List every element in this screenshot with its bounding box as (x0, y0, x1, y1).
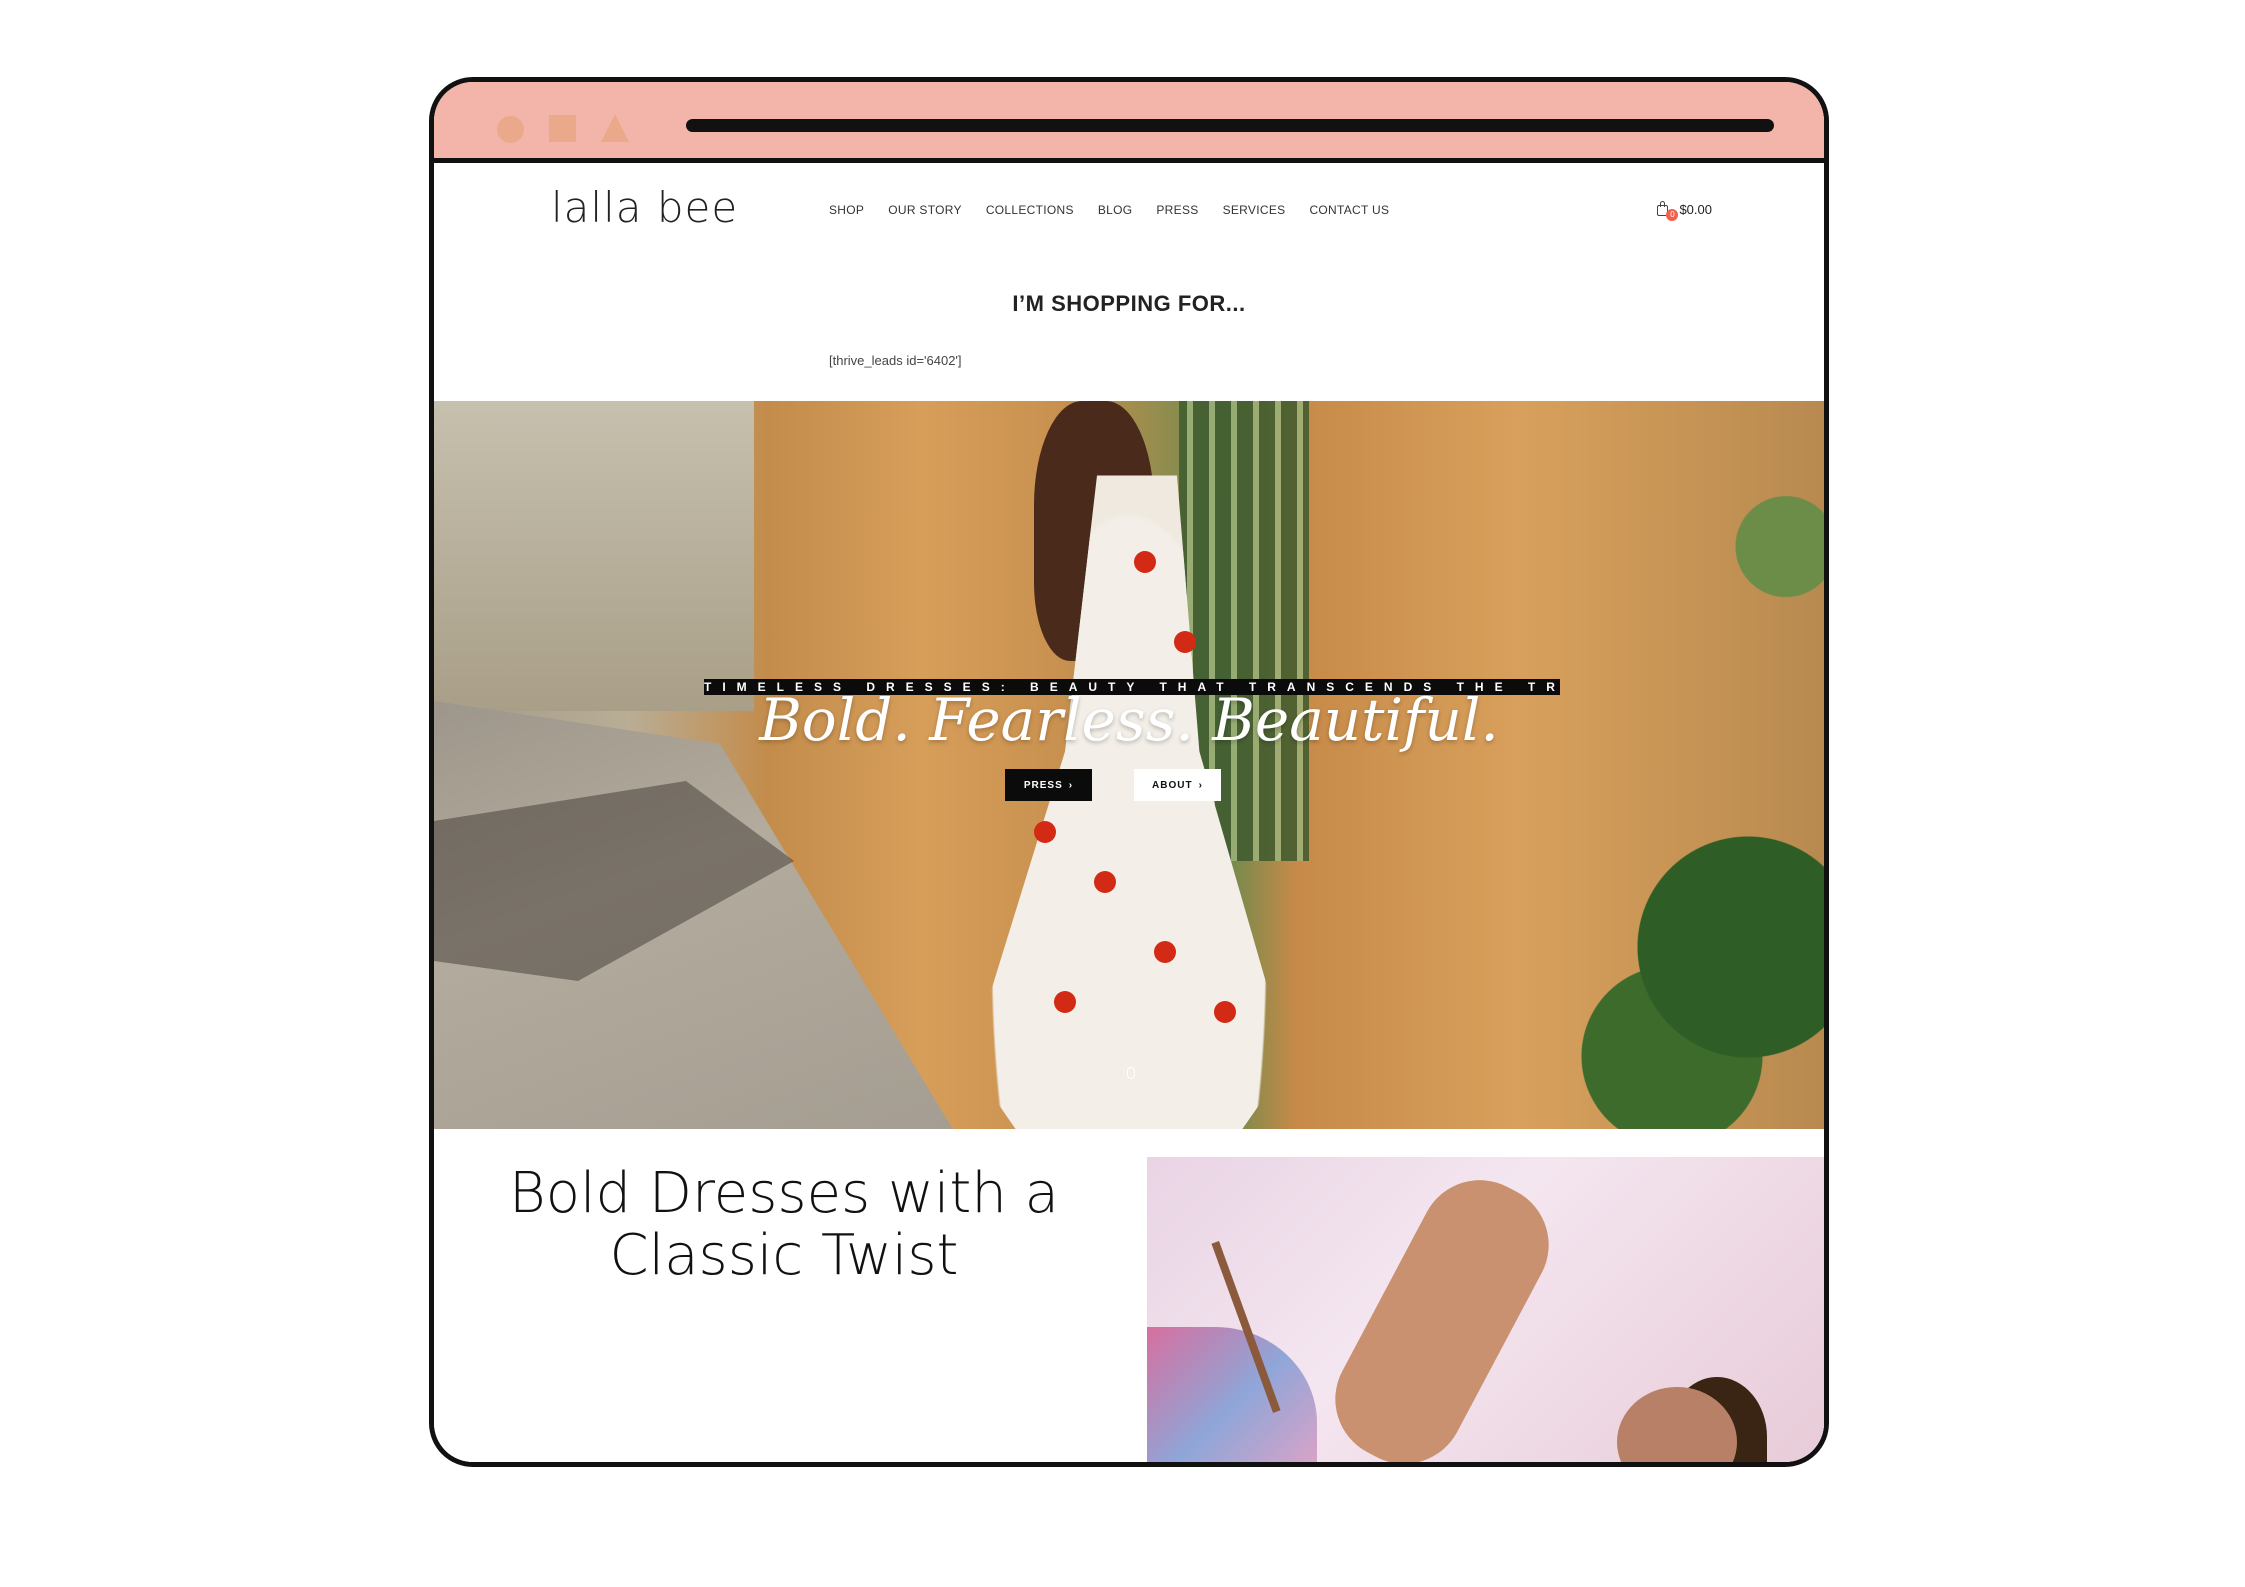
shortcode-text: [thrive_leads id='6402'] (829, 353, 962, 368)
feature-title: Bold Dresses with a Classic Twist (509, 1161, 1059, 1288)
poppy-print (1214, 1001, 1236, 1023)
poppy-print (1134, 551, 1156, 573)
browser-toolbar (434, 82, 1824, 163)
nav-item-contact-us[interactable]: CONTACT US (1309, 203, 1389, 217)
hero-banner: TIMELESS DRESSES: BEAUTY THAT TRANSCENDS… (434, 401, 1824, 1129)
shopping-heading: I’M SHOPPING FOR... (1012, 291, 1246, 316)
nav-item-blog[interactable]: BLOG (1098, 203, 1133, 217)
chevron-right-icon: › (1198, 779, 1203, 791)
browser-mockup: lalla bee SHOP OUR STORY COLLECTIONS BLO… (429, 77, 1829, 1467)
hero-title: Bold. Fearless. Beautiful. (759, 686, 1499, 754)
nav-item-press[interactable]: PRESS (1156, 203, 1198, 217)
poppy-print (1034, 821, 1056, 843)
main-nav: SHOP OUR STORY COLLECTIONS BLOG PRESS SE… (829, 203, 1389, 217)
hero-photo-foliage (1444, 401, 1824, 1129)
shopping-bag-icon: 0 (1657, 201, 1679, 221)
cart-count-badge: 0 (1666, 209, 1679, 221)
chevron-right-icon: › (1068, 779, 1074, 791)
hero-photo-wall (434, 401, 754, 711)
site-logo[interactable]: lalla bee (551, 183, 738, 232)
poppy-print (1054, 991, 1076, 1013)
press-button-label: PRESS (1023, 779, 1063, 791)
triangle-icon (601, 114, 629, 142)
nav-item-shop[interactable]: SHOP (829, 203, 864, 217)
feature-photo (1147, 1157, 1824, 1462)
circle-icon (497, 116, 524, 143)
cart-total: $0.00 (1679, 201, 1712, 217)
square-icon (549, 115, 576, 142)
feature-photo-arm (1314, 1159, 1570, 1462)
about-button-label: ABOUT (1152, 779, 1193, 791)
poppy-print (1094, 871, 1116, 893)
feature-photo-fabric (1147, 1327, 1317, 1462)
nav-item-our-story[interactable]: OUR STORY (888, 203, 962, 217)
press-button[interactable]: PRESS › (1005, 769, 1092, 801)
address-bar[interactable] (686, 119, 1774, 132)
about-button[interactable]: ABOUT › (1134, 769, 1221, 801)
poppy-print (1174, 631, 1196, 653)
scroll-down-icon[interactable] (1127, 1067, 1135, 1079)
nav-item-services[interactable]: SERVICES (1223, 203, 1286, 217)
poppy-print (1154, 941, 1176, 963)
cart-button[interactable]: 0 $0.00 (1657, 201, 1712, 221)
web-page: lalla bee SHOP OUR STORY COLLECTIONS BLO… (434, 163, 1824, 1462)
nav-item-collections[interactable]: COLLECTIONS (986, 203, 1074, 217)
